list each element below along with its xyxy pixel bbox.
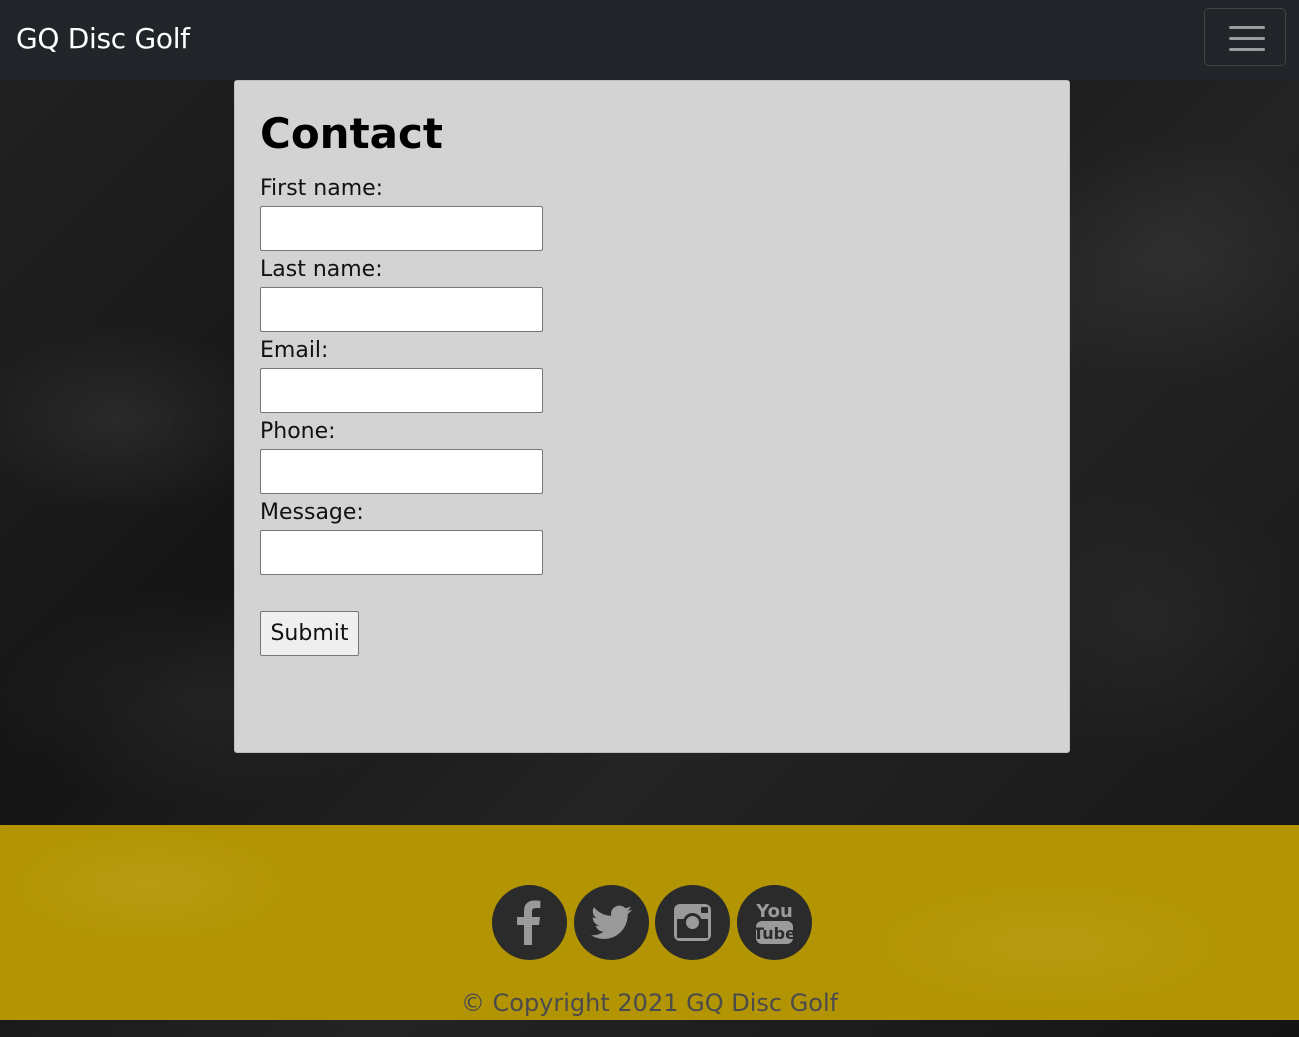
facebook-link[interactable] <box>492 885 567 960</box>
navbar-toggler-button[interactable] <box>1204 8 1286 66</box>
twitter-icon <box>591 905 632 939</box>
hamburger-menu-icon-bar <box>1229 48 1265 51</box>
message-label: Message: <box>260 500 364 525</box>
phone-input[interactable] <box>260 449 543 494</box>
phone-label: Phone: <box>260 419 336 444</box>
facebook-icon <box>517 900 541 945</box>
last-name-label: Last name: <box>260 257 383 282</box>
submit-button[interactable]: Submit <box>260 611 359 656</box>
hamburger-menu-icon-bar <box>1229 37 1265 40</box>
first-name-input[interactable] <box>260 206 543 251</box>
youtube-icon: You Tube <box>753 901 796 944</box>
youtube-link[interactable]: You Tube <box>737 885 812 960</box>
last-name-input[interactable] <box>260 287 543 332</box>
twitter-link[interactable] <box>574 885 649 960</box>
youtube-tube-text: Tube <box>753 924 796 943</box>
instagram-link[interactable] <box>655 885 730 960</box>
contact-card: Contact First name: Last name: Email: Ph… <box>234 80 1070 753</box>
email-input[interactable] <box>260 368 543 413</box>
first-name-label: First name: <box>260 176 384 201</box>
brand-link[interactable]: GQ Disc Golf <box>16 19 190 59</box>
youtube-you-text: You <box>755 901 793 922</box>
page-title: Contact <box>260 109 443 158</box>
email-label: Email: <box>260 338 329 363</box>
instagram-icon <box>674 904 711 941</box>
message-input[interactable] <box>260 530 543 575</box>
copyright-text: © Copyright 2021 GQ Disc Golf <box>460 989 839 1017</box>
top-navbar: GQ Disc Golf <box>0 0 1299 80</box>
hamburger-menu-icon <box>1229 26 1265 29</box>
footer: You Tube © Copyright 2021 GQ Disc Golf <box>0 825 1299 1020</box>
